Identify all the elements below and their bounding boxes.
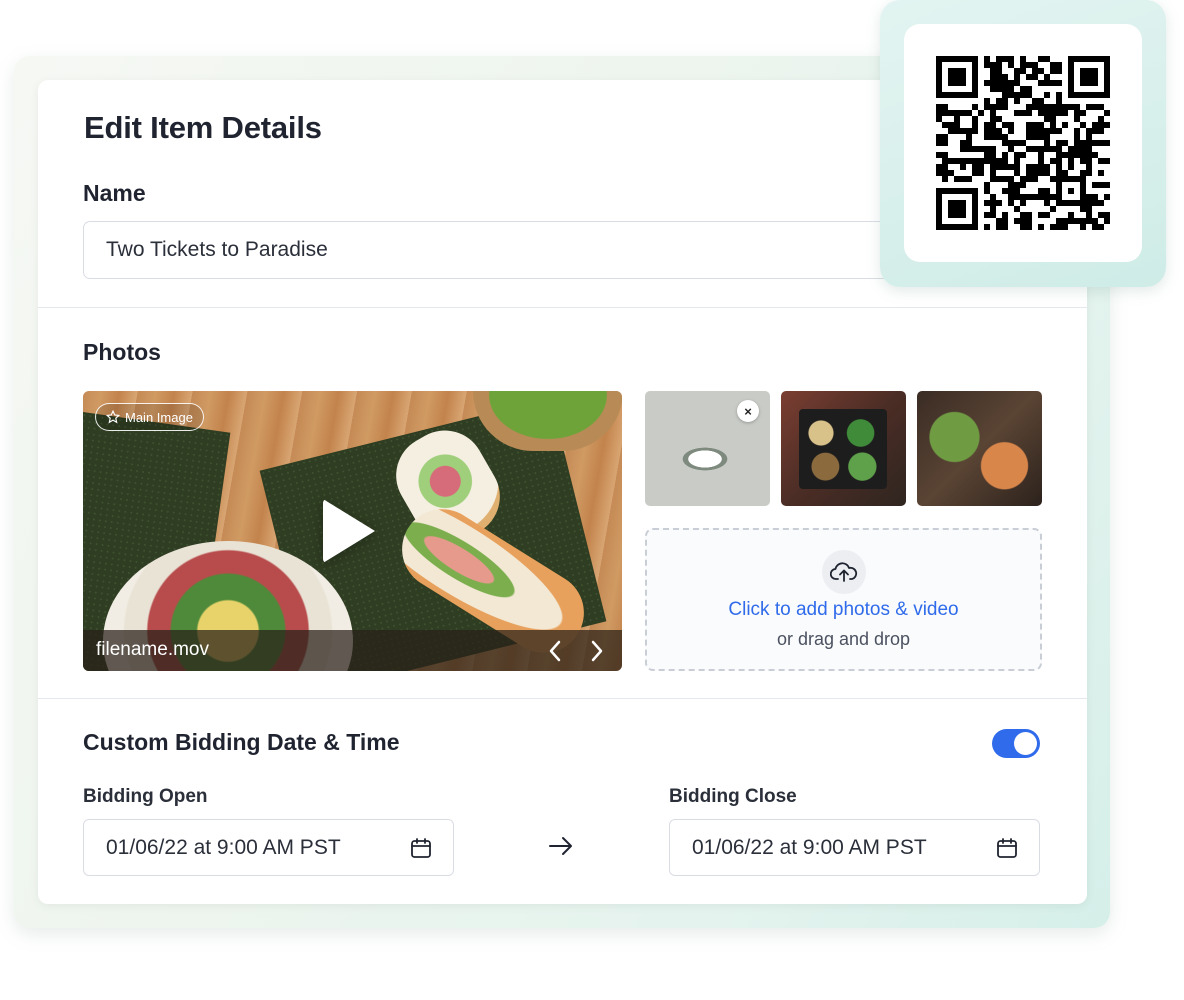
close-icon: × bbox=[744, 403, 752, 419]
bidding-close-label: Bidding Close bbox=[669, 786, 797, 807]
arrow-right-icon bbox=[549, 837, 572, 855]
bento-box bbox=[799, 409, 887, 489]
calendar-icon[interactable] bbox=[409, 836, 433, 860]
main-image-badge[interactable]: Main Image bbox=[95, 403, 204, 431]
qr-code-card[interactable] bbox=[904, 24, 1142, 262]
name-input-value: Two Tickets to Paradise bbox=[106, 238, 328, 261]
qr-code bbox=[936, 56, 1110, 230]
main-image-badge-label: Main Image bbox=[125, 409, 193, 425]
bidding-close-value: 01/06/22 at 9:00 AM PST bbox=[692, 835, 927, 859]
photo-thumbnail-bento[interactable] bbox=[781, 391, 906, 506]
bidding-open-input[interactable]: 01/06/22 at 9:00 AM PST bbox=[83, 819, 454, 876]
main-media-preview[interactable]: Main Image filename.mov bbox=[83, 391, 622, 671]
upload-dropzone[interactable]: Click to add photos & video or drag and … bbox=[645, 528, 1042, 671]
media-caption-bar: filename.mov bbox=[83, 630, 622, 671]
bidding-close-input[interactable]: 01/06/22 at 9:00 AM PST bbox=[669, 819, 1040, 876]
qr-code-panel bbox=[880, 0, 1166, 287]
previous-media-button[interactable] bbox=[538, 634, 572, 668]
custom-bidding-toggle[interactable] bbox=[992, 729, 1040, 758]
play-icon[interactable] bbox=[323, 499, 375, 563]
section-divider bbox=[38, 698, 1087, 699]
add-media-link[interactable]: Click to add photos & video bbox=[647, 599, 1040, 621]
section-divider bbox=[38, 307, 1087, 308]
media-filename: filename.mov bbox=[96, 639, 209, 660]
toggle-knob bbox=[1014, 732, 1037, 755]
drag-drop-hint: or drag and drop bbox=[776, 629, 911, 649]
photos-label: Photos bbox=[83, 339, 161, 365]
cloud-upload-icon bbox=[822, 550, 866, 594]
chevron-left-icon bbox=[549, 640, 561, 662]
page-title: Edit Item Details bbox=[84, 110, 322, 145]
photo-thumbnail-meal-prep[interactable] bbox=[917, 391, 1042, 506]
star-icon bbox=[106, 410, 120, 424]
chevron-right-icon bbox=[591, 640, 603, 662]
next-media-button[interactable] bbox=[580, 634, 614, 668]
remove-photo-button[interactable]: × bbox=[737, 400, 759, 422]
bidding-open-value: 01/06/22 at 9:00 AM PST bbox=[106, 835, 341, 859]
name-label: Name bbox=[83, 180, 146, 206]
bidding-open-label: Bidding Open bbox=[83, 786, 208, 807]
custom-bidding-title: Custom Bidding Date & Time bbox=[83, 729, 400, 755]
calendar-icon[interactable] bbox=[995, 836, 1019, 860]
